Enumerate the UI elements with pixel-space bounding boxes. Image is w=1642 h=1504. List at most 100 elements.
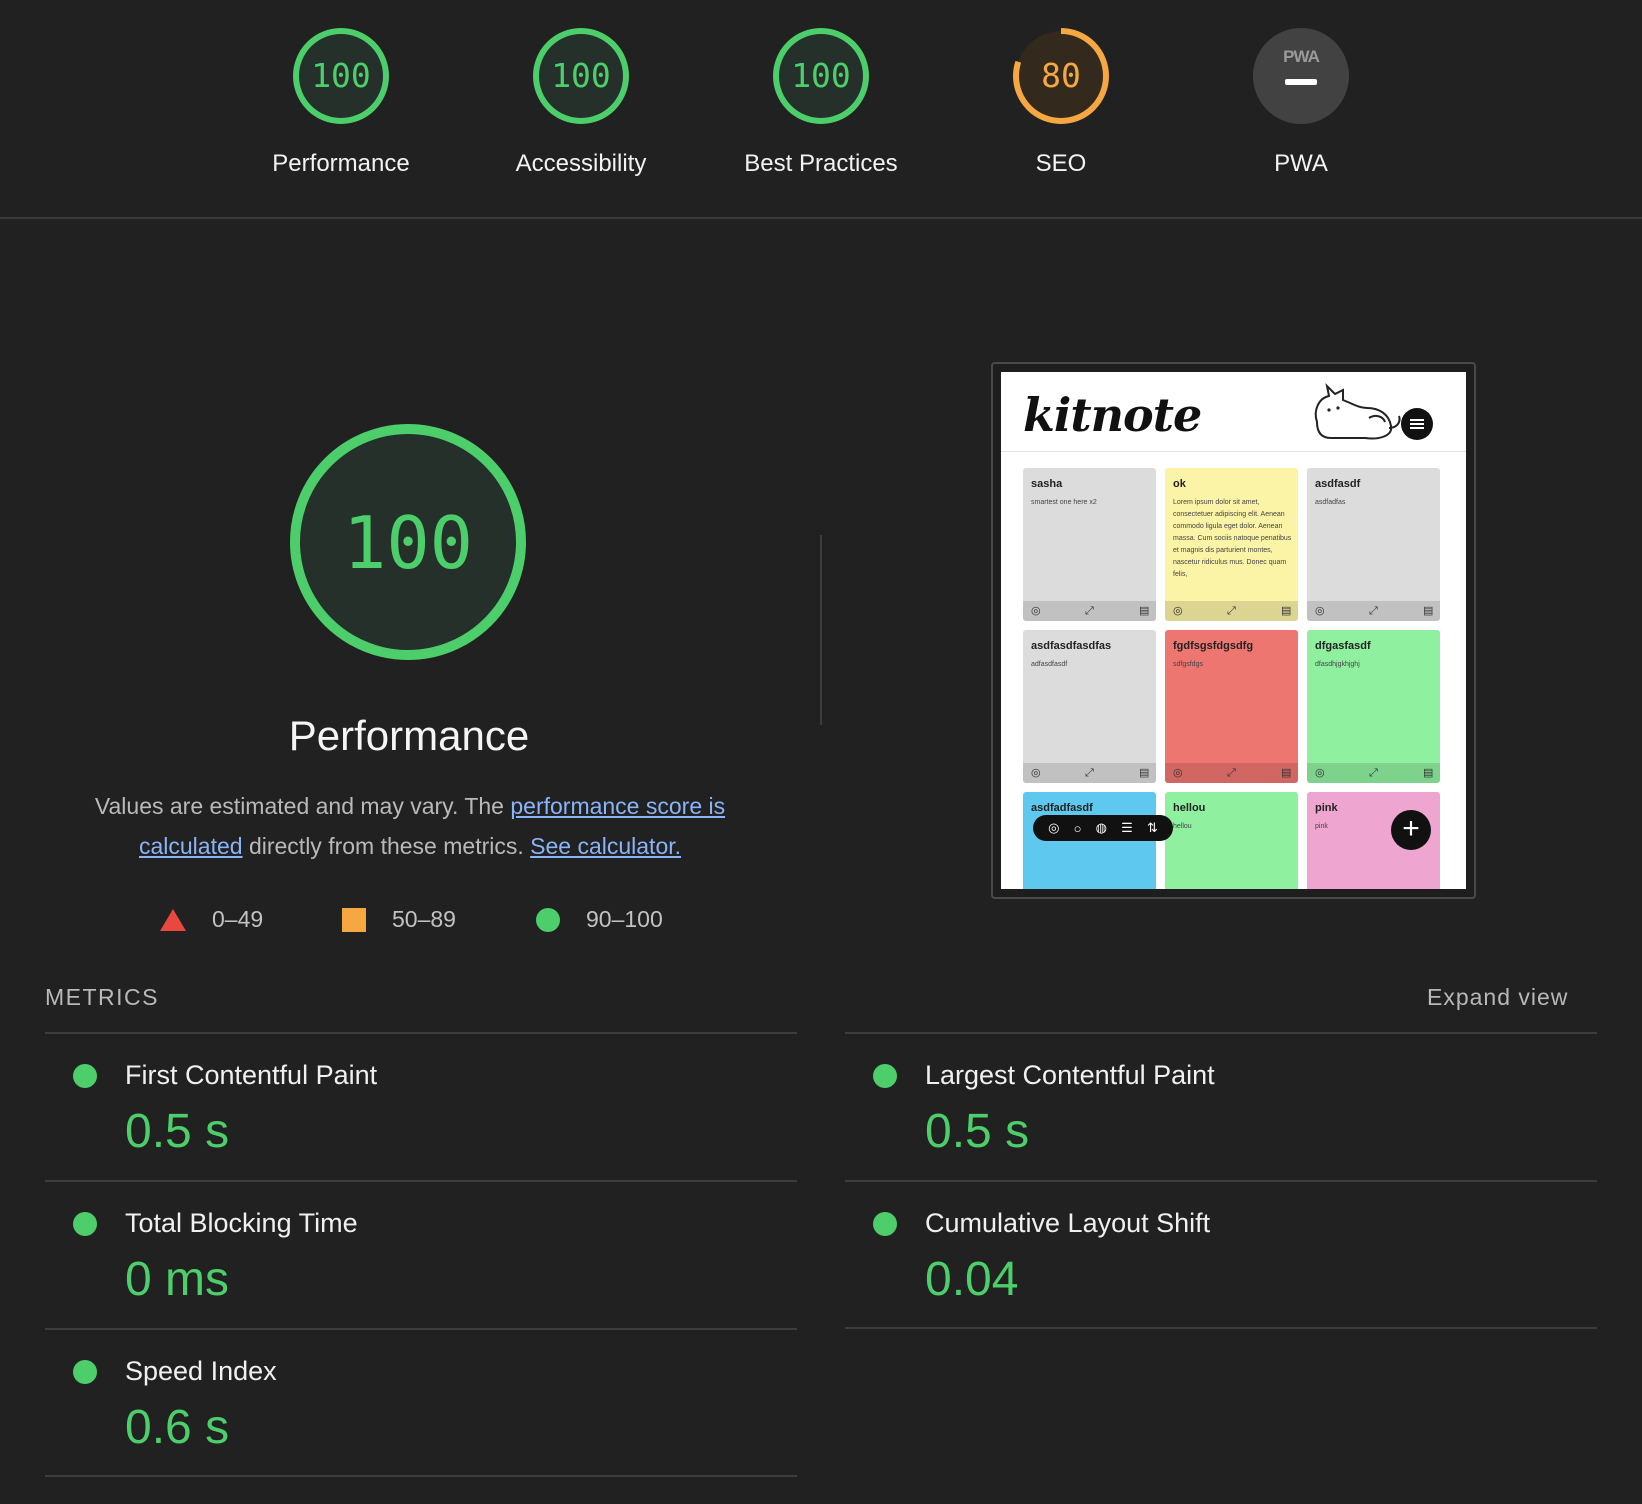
gauge-best-practices[interactable]: 100 Best Practices xyxy=(711,26,931,178)
check-circle-icon[interactable]: ◎ xyxy=(1031,605,1041,617)
delete-icon[interactable]: ▤ xyxy=(1139,605,1149,617)
legend-range: 0–49 xyxy=(212,906,264,932)
delete-icon[interactable]: ▤ xyxy=(1281,605,1291,617)
floating-toolbar: ◎ ○ ◍ ☰ ⇅ xyxy=(1033,815,1173,841)
metric-name: Total Blocking Time xyxy=(125,1208,358,1238)
legend-fail: 0–49 xyxy=(160,906,263,933)
check-circle-icon[interactable]: ◎ xyxy=(1315,605,1325,617)
note-title: pink xyxy=(1315,802,1338,814)
note-actions: ◎ ⤢ ▤ xyxy=(1307,763,1440,783)
note-body: smartest one here x2 xyxy=(1031,499,1097,506)
gauge-seo[interactable]: 80 SEO xyxy=(951,26,1171,178)
gauge-ring: 100 xyxy=(773,28,869,124)
palette-icon[interactable]: ◍ xyxy=(1096,820,1107,836)
note-body: asdfadfas xyxy=(1315,499,1346,506)
see-calculator-link[interactable]: See calculator. xyxy=(530,833,681,859)
gauge-label: Accessibility xyxy=(515,150,647,177)
pass-circle-icon xyxy=(73,1064,97,1088)
note-card[interactable]: asdfasdfasdfas adfasdfasdf ◎ ⤢ ▤ xyxy=(1023,630,1156,783)
metric-name: Speed Index xyxy=(125,1356,277,1386)
note-actions: ◎ ⤢ ▤ xyxy=(1307,601,1440,621)
note-card[interactable]: dfgasfasdf dfasdhjgkhjghj ◎ ⤢ ▤ xyxy=(1307,630,1440,783)
gauge-ring: 100 xyxy=(533,28,629,124)
check-circle-icon[interactable]: ◎ xyxy=(1173,767,1183,779)
add-note-button[interactable]: + xyxy=(1391,810,1431,850)
menu-line xyxy=(1410,423,1424,425)
metric-speed-index: Speed Index 0.6 s xyxy=(45,1328,797,1476)
gauge-accessibility[interactable]: 100 Accessibility xyxy=(471,26,691,178)
metric-cumulative-layout-shift: Cumulative Layout Shift 0.04 xyxy=(845,1180,1597,1328)
expand-icon[interactable]: ⤢ xyxy=(1227,605,1236,617)
metric-name: Largest Contentful Paint xyxy=(925,1060,1215,1090)
circle-icon[interactable]: ○ xyxy=(1074,821,1082,836)
divider xyxy=(45,1475,797,1477)
gauge-ring: 100 xyxy=(293,28,389,124)
gauge-label: PWA xyxy=(1274,150,1328,177)
gauge-performance[interactable]: 100 Performance xyxy=(231,26,451,178)
note-actions: ◎ ⤢ ▤ xyxy=(1023,601,1156,621)
note-title: asdfasdfasdfas xyxy=(1031,640,1112,652)
gauge-pwa[interactable]: PWA PWA xyxy=(1191,26,1411,178)
gauge-score: 100 xyxy=(791,56,851,95)
delete-icon[interactable]: ▤ xyxy=(1139,767,1149,779)
gauge-label: Performance xyxy=(272,150,410,177)
metric-first-contentful-paint: First Contentful Paint 0.5 s xyxy=(45,1032,797,1180)
delete-icon[interactable]: ▤ xyxy=(1423,605,1433,617)
metric-name: First Contentful Paint xyxy=(125,1060,378,1090)
performance-description: Values are estimated and may vary. The p… xyxy=(70,786,750,866)
cat-illustration-icon xyxy=(1314,382,1401,440)
note-title: fgdfsgsfdgsdfg xyxy=(1173,640,1254,652)
delete-icon[interactable]: ▤ xyxy=(1281,767,1291,779)
note-title: asdfadfasdf xyxy=(1031,802,1093,814)
gauge-ring: 80 xyxy=(1013,28,1109,124)
legend-range: 90–100 xyxy=(586,906,663,932)
pass-circle-icon xyxy=(73,1212,97,1236)
expand-view-button[interactable]: Expand view xyxy=(1427,984,1568,1011)
expand-icon[interactable]: ⤢ xyxy=(1369,767,1378,779)
sort-icon[interactable]: ⇅ xyxy=(1147,820,1158,836)
note-body: hellou xyxy=(1173,823,1192,830)
category-gauges: 100 Performance 100 Accessibility 100 Be… xyxy=(0,0,1642,219)
metric-name: Cumulative Layout Shift xyxy=(925,1208,1211,1238)
note-card[interactable]: ok Lorem ipsum dolor sit amet, consectetu… xyxy=(1165,468,1298,621)
performance-ring: 100 xyxy=(290,424,526,660)
screenshot-image: kitnote sasha smartest one here x2 ◎ ⤢ ▤ ok Lo… xyxy=(1001,372,1466,889)
check-circle-icon[interactable]: ◎ xyxy=(1031,767,1041,779)
expand-icon[interactable]: ⤢ xyxy=(1085,767,1094,779)
metric-value: 0.5 s xyxy=(125,1105,230,1158)
note-card[interactable]: fgdfsgsfdgsdfg sdfgsfdgs ◎ ⤢ ▤ xyxy=(1165,630,1298,783)
note-title: asdfasdf xyxy=(1315,478,1361,490)
divider xyxy=(820,535,822,725)
note-card[interactable]: sasha smartest one here x2 ◎ ⤢ ▤ xyxy=(1023,468,1156,621)
delete-icon[interactable]: ▤ xyxy=(1423,767,1433,779)
check-circle-icon[interactable]: ◎ xyxy=(1048,820,1059,836)
note-card[interactable]: hellou hellou xyxy=(1165,792,1298,889)
expand-icon[interactable]: ⤢ xyxy=(1085,605,1094,617)
performance-score: 100 xyxy=(343,501,473,585)
menu-button[interactable] xyxy=(1401,408,1433,440)
expand-icon[interactable]: ⤢ xyxy=(1369,605,1378,617)
note-card[interactable]: asdfasdf asdfadfas ◎ ⤢ ▤ xyxy=(1307,468,1440,621)
performance-gauge: 100 xyxy=(286,420,530,664)
metric-total-blocking-time: Total Blocking Time 0 ms xyxy=(45,1180,797,1328)
list-icon[interactable]: ☰ xyxy=(1121,820,1133,836)
note-title: hellou xyxy=(1173,802,1206,814)
note-body: dfasdhjgkhjghj xyxy=(1315,661,1360,668)
triangle-icon xyxy=(160,908,186,931)
pwa-badge-text: PWA xyxy=(1283,47,1319,66)
expand-icon[interactable]: ⤢ xyxy=(1227,767,1236,779)
note-body: adfasdfasdf xyxy=(1031,661,1068,668)
final-screenshot: kitnote sasha smartest one here x2 ◎ ⤢ ▤ ok Lo… xyxy=(991,362,1476,899)
circle-icon xyxy=(536,907,560,932)
gauge-score: 100 xyxy=(551,56,611,95)
metrics-header: METRICS xyxy=(45,984,159,1010)
check-circle-icon[interactable]: ◎ xyxy=(1315,767,1325,779)
menu-line xyxy=(1410,419,1424,421)
app-logo: kitnote xyxy=(1023,388,1202,442)
check-circle-icon[interactable]: ◎ xyxy=(1173,605,1183,617)
gauge-score: 80 xyxy=(1041,56,1081,95)
gauge-label: Best Practices xyxy=(744,150,898,177)
description-text: Values are estimated and may vary. The xyxy=(94,793,511,819)
pwa-badge-icon: PWA xyxy=(1253,28,1349,124)
legend-average: 50–89 xyxy=(342,906,456,933)
